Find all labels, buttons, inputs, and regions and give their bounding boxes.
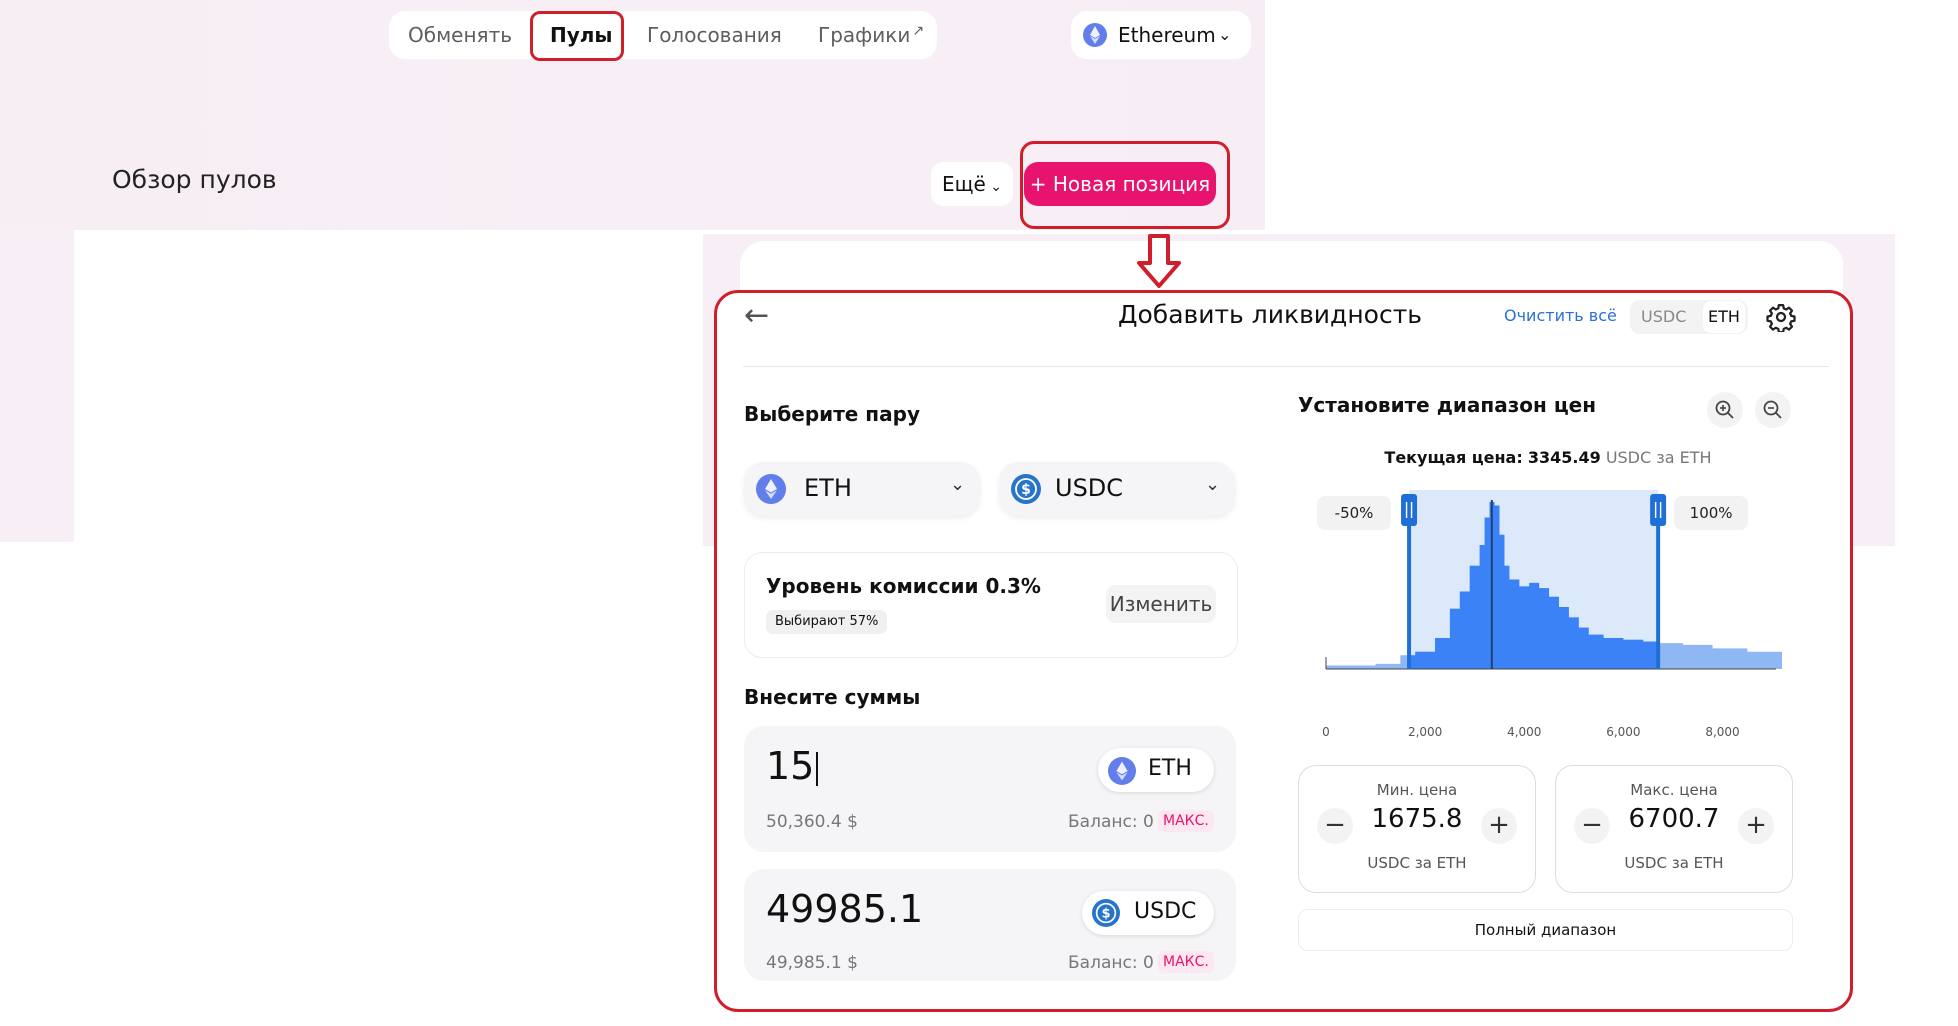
nav-charts[interactable]: Графики ↗	[818, 11, 924, 59]
ethereum-icon	[1083, 23, 1107, 47]
chevron-down-icon: ⌄	[1218, 25, 1232, 44]
down-arrow-annotation	[1137, 234, 1181, 288]
page-background-left	[0, 230, 74, 542]
nav-vote[interactable]: Голосования	[647, 11, 782, 59]
more-button[interactable]: Ещё ⌄	[931, 162, 1013, 206]
nav-swap[interactable]: Обменять	[408, 11, 512, 59]
highlight-add-liquidity	[714, 290, 1853, 1012]
chevron-down-icon: ⌄	[985, 179, 1002, 195]
highlight-pools	[530, 11, 624, 61]
page-title: Обзор пулов	[112, 165, 277, 194]
more-label: Ещё	[942, 172, 986, 196]
network-label: Ethereum	[1118, 23, 1216, 47]
external-link-icon: ↗	[912, 23, 925, 39]
highlight-new-position	[1020, 141, 1230, 229]
nav-charts-label: Графики	[818, 23, 911, 47]
